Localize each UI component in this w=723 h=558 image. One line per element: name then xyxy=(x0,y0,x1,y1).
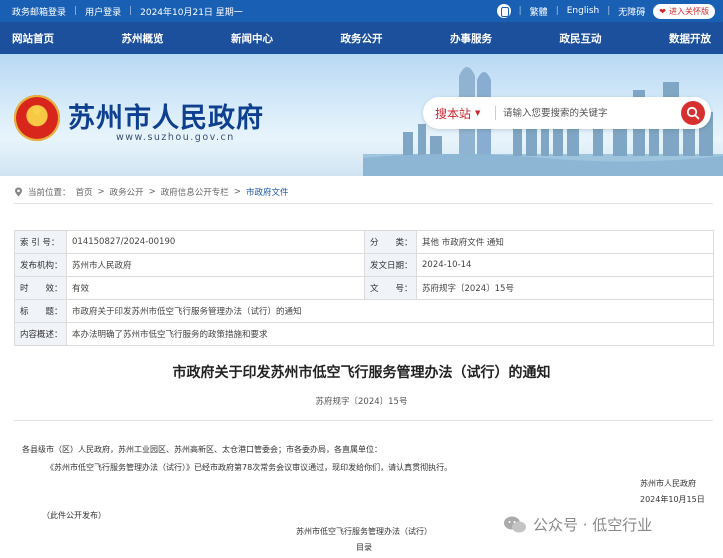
docno-label: 文 号： xyxy=(364,276,417,300)
nav-home[interactable]: 网站首页 xyxy=(12,31,54,46)
document-signer: 苏州市人民政府 xyxy=(640,479,696,488)
publish-note: （此件公开发布） xyxy=(42,511,106,520)
breadcrumb-prefix: 当前位置： xyxy=(28,188,71,198)
mail-login-link[interactable]: 政务邮箱登录 xyxy=(12,5,66,18)
table-row: 标 题： 市政府关于印发苏州市低空飞行服务管理办法（试行）的通知 xyxy=(14,299,714,323)
validity-value: 有效 xyxy=(66,276,365,300)
search-input[interactable] xyxy=(503,105,673,121)
issuer-label: 发布机构： xyxy=(14,253,67,277)
traditional-chinese-link[interactable]: 繁體 xyxy=(530,5,548,18)
divider: | xyxy=(607,6,611,16)
nav-overview[interactable]: 苏州概览 xyxy=(122,31,164,46)
watermark-text: 公众号 · 低空行业 xyxy=(533,516,653,534)
index-label: 索 引 号： xyxy=(14,230,67,254)
nav-gov-affairs[interactable]: 政务公开 xyxy=(341,31,383,46)
date-label: 发文日期： xyxy=(364,253,417,277)
heart-icon: ❤ xyxy=(659,6,666,16)
divider: | xyxy=(129,6,133,16)
breadcrumb-info-column[interactable]: 政府信息公开专栏 xyxy=(161,186,229,198)
site-url: www.suzhou.gov.cn xyxy=(116,132,235,143)
user-login-link[interactable]: 用户登录 xyxy=(85,5,121,18)
accessibility-link[interactable]: 无障碍 xyxy=(618,5,645,18)
wechat-icon xyxy=(504,516,526,532)
main-nav: 网站首页 苏州概览 新闻中心 政务公开 办事服务 政民互动 数据开放 xyxy=(0,22,723,54)
breadcrumb-home[interactable]: 首页 xyxy=(76,186,93,198)
summary-label: 内容概述： xyxy=(14,322,67,346)
breadcrumb-separator: > xyxy=(233,187,241,197)
breadcrumb-gov-affairs[interactable]: 政务公开 xyxy=(110,186,144,198)
top-utility-bar: 政务邮箱登录 | 用户登录 | 2024年10月21日 星期一 | 繁體 | E… xyxy=(0,0,723,22)
divider: | xyxy=(555,6,559,16)
subject-value: 市政府关于印发苏州市低空飞行服务管理办法（试行）的通知 xyxy=(66,299,714,323)
nav-open-data[interactable]: 数据开放 xyxy=(669,31,711,46)
subject-label: 标 题： xyxy=(14,299,67,323)
search-button[interactable] xyxy=(681,101,705,125)
current-date: 2024年10月21日 星期一 xyxy=(140,7,243,18)
search-scope-label: 搜本站 xyxy=(435,106,472,121)
breadcrumb: 当前位置： 首页 > 政务公开 > 政府信息公开专栏 > 市政府文件 xyxy=(14,186,288,198)
search-box: 搜本站 ▼ xyxy=(423,97,711,129)
document-title: 市政府关于印发苏州市低空飞行服务管理办法（试行）的通知 xyxy=(172,365,551,381)
divider xyxy=(14,420,713,421)
document-number: 苏府规字〔2024〕15号 xyxy=(315,397,408,407)
care-mode-label: 进入关怀版 xyxy=(669,6,709,16)
search-scope-select[interactable]: 搜本站 ▼ xyxy=(435,97,480,129)
star-icon: ★ xyxy=(30,104,44,120)
document-body: 《苏州市低空飞行服务管理办法（试行）》已经市政府第78次常务会议审议通过，现印发… xyxy=(46,463,453,472)
divider: | xyxy=(74,6,78,16)
attachment-title: 苏州市低空飞行服务管理办法（试行） xyxy=(296,527,432,536)
document-recipients: 各县级市（区）人民政府，苏州工业园区、苏州高新区、太仓港口管委会；市各委办局，各… xyxy=(22,445,382,454)
issuer-value: 苏州市人民政府 xyxy=(66,253,365,277)
divider xyxy=(495,106,496,120)
document-metadata-table: 索 引 号： 014150827/2024-00190 分 类： 其他 市政府文… xyxy=(14,230,714,346)
national-emblem-icon: ★ xyxy=(14,95,60,141)
breadcrumb-separator: > xyxy=(97,187,105,197)
nav-services[interactable]: 办事服务 xyxy=(450,31,492,46)
site-title[interactable]: 苏州市人民政府 xyxy=(68,96,264,135)
index-value: 014150827/2024-00190 xyxy=(66,230,365,254)
category-value: 其他 市政府文件 通知 xyxy=(416,230,714,254)
table-of-contents-heading: 目录 xyxy=(356,543,372,552)
breadcrumb-separator: > xyxy=(148,187,156,197)
care-mode-button[interactable]: ❤ 进入关怀版 xyxy=(653,3,715,19)
summary-value: 本办法明确了苏州市低空飞行服务的政策措施和要求 xyxy=(66,322,714,346)
divider xyxy=(14,203,713,204)
category-label: 分 类： xyxy=(364,230,417,254)
document-sign-date: 2024年10月15日 xyxy=(640,495,705,504)
english-link[interactable]: English xyxy=(567,6,600,16)
validity-label: 时 效： xyxy=(14,276,67,300)
nav-interaction[interactable]: 政民互动 xyxy=(560,31,602,46)
nav-news[interactable]: 新闻中心 xyxy=(231,31,273,46)
table-row: 时 效： 有效 文 号： 苏府规字〔2024〕15号 xyxy=(14,276,714,300)
table-row: 内容概述： 本办法明确了苏州市低空飞行服务的政策措施和要求 xyxy=(14,322,714,346)
wechat-watermark: 公众号 · 低空行业 xyxy=(503,514,652,535)
docno-value: 苏府规字〔2024〕15号 xyxy=(416,276,714,300)
divider: | xyxy=(518,6,522,16)
breadcrumb-current[interactable]: 市政府文件 xyxy=(246,186,289,198)
chevron-down-icon: ▼ xyxy=(475,109,481,117)
table-row: 发布机构： 苏州市人民政府 发文日期： 2024-10-14 xyxy=(14,253,714,277)
date-value: 2024-10-14 xyxy=(416,253,714,277)
mobile-icon[interactable] xyxy=(496,4,511,18)
table-row: 索 引 号： 014150827/2024-00190 分 类： 其他 市政府文… xyxy=(14,230,714,254)
location-pin-icon xyxy=(15,187,22,197)
search-icon xyxy=(686,106,700,120)
